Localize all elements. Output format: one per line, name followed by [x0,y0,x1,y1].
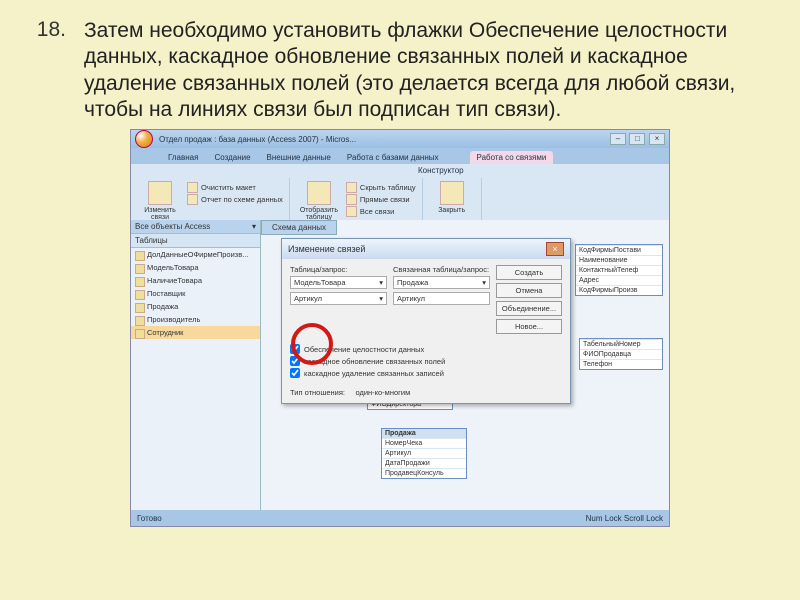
direct-links-button[interactable]: Прямые связи [346,194,416,205]
tab-database[interactable]: Работа с базами данных [340,151,446,164]
cancel-button[interactable]: Отмена [496,283,562,298]
dialog-title: Изменение связей [288,244,365,254]
nav-item[interactable]: МодельТовара [131,261,260,274]
status-left: Готово [137,514,162,523]
label-table: Таблица/запрос: [290,265,387,274]
office-orb-icon[interactable] [135,130,153,148]
window-title: Отдел продаж : база данных (Access 2007)… [159,135,609,144]
table-icon [307,181,331,205]
window-buttons: – □ × [609,133,665,145]
table-field: Адрес [576,275,662,285]
nav-item[interactable]: Производитель [131,313,260,326]
field-select[interactable]: Артикул▾ [290,292,387,305]
table-dropdown[interactable]: МодельТовара▾ [290,276,387,289]
status-right: Num Lock Scroll Lock [586,514,663,523]
table-box[interactable]: ТабельныйНомер ФИОПродавца Телефон [579,338,663,370]
report-icon [187,194,198,205]
table-field: ФИОПродавца [580,349,662,359]
canvas-tab[interactable]: Схема данных [261,220,337,235]
ribbon-tabs: Главная Создание Внешние данные Работа с… [131,148,669,164]
hide-table-button[interactable]: Скрыть таблицу [346,182,416,193]
chevron-down-icon: ▾ [482,278,486,287]
alllinks-icon [346,206,357,217]
hide-icon [346,182,357,193]
table-header: Продажа [382,429,466,438]
table-field: НомерЧека [382,438,466,448]
nav-item[interactable]: Поставщик [131,287,260,300]
table-box[interactable]: КодФирмыПостави Наименование КонтактныйТ… [575,244,663,296]
nav-item[interactable]: Сотрудник [131,326,260,339]
edit-relations-dialog: Изменение связей × Таблица/запрос: Модел… [281,238,571,404]
table-field: Наименование [576,255,662,265]
dialog-close-button[interactable]: × [546,242,564,256]
schema-report-button[interactable]: Отчет по схеме данных [187,194,283,205]
nav-header[interactable]: Все объекты Access▾ [131,220,260,233]
all-links-button[interactable]: Все связи [346,206,416,217]
maximize-button[interactable]: □ [629,133,645,145]
chevron-down-icon: ▾ [379,278,383,287]
related-field-select[interactable]: Артикул [393,292,490,305]
clear-icon [187,182,198,193]
access-screenshot: Отдел продаж : база данных (Access 2007)… [130,129,670,527]
cascade-delete-checkbox[interactable]: каскадное удаление связанных записей [290,368,562,378]
table-field: ТабельныйНомер [580,339,662,349]
nav-item[interactable]: НаличиеТовара [131,274,260,287]
nav-item[interactable]: Продажа [131,300,260,313]
table-field: Телефон [580,359,662,369]
table-field: КодФирмыПостави [576,245,662,255]
bullet-number: 18. [30,18,66,42]
close-button[interactable]: × [649,133,665,145]
navigation-pane: Все объекты Access▾ Таблицы ДолДанныеОФи… [131,220,261,510]
chevron-down-icon: ▾ [252,222,256,231]
cascade-update-checkbox[interactable]: каскадное обновление связанных полей [290,356,562,366]
relation-type-label: Тип отношения: [290,388,345,397]
chevron-down-icon: ▾ [379,294,383,303]
tab-external[interactable]: Внешние данные [260,151,338,164]
tab-create[interactable]: Создание [207,151,257,164]
tab-designer[interactable]: Конструктор [411,164,471,177]
related-table-dropdown[interactable]: Продажа▾ [393,276,490,289]
table-field: КодФирмыПроизв [576,285,662,295]
relations-icon [148,181,172,205]
nav-group-tables[interactable]: Таблицы [131,233,260,248]
edit-relations-button[interactable]: Изменить связи [137,181,183,222]
tab-home[interactable]: Главная [161,151,205,164]
bullet-text: Затем необходимо установить флажки Обесп… [84,18,770,123]
window-titlebar: Отдел продаж : база данных (Access 2007)… [131,130,669,148]
integrity-checkbox[interactable]: Обеспечение целостности данных [290,344,562,354]
relation-type-value: один-ко-многим [355,388,410,397]
directlinks-icon [346,194,357,205]
create-button[interactable]: Создать [496,265,562,280]
clear-layout-button[interactable]: Очистить макет [187,182,283,193]
table-field: КонтактныйТелеф [576,265,662,275]
new-button[interactable]: Новое... [496,319,562,334]
table-field: Артикул [382,448,466,458]
show-table-button[interactable]: Отобразить таблицу [296,181,342,222]
table-field: ПродавецКонсуль [382,468,466,478]
nav-item[interactable]: ДолДанныеОФирмеПроизв... [131,248,260,261]
table-box-prodazha[interactable]: Продажа НомерЧека Артикул ДатаПродажи Пр… [381,428,467,479]
context-tab: Работа со связями [470,151,554,164]
table-field: ДатаПродажи [382,458,466,468]
minimize-button[interactable]: – [610,133,626,145]
close-schema-icon [440,181,464,205]
label-related-table: Связанная таблица/запрос: [393,265,490,274]
join-button[interactable]: Объединение... [496,301,562,316]
relationships-canvas[interactable]: Схема данных КодФирмыПостави Наименовани… [261,220,669,510]
close-schema-button[interactable]: Закрыть [429,181,475,214]
status-bar: Готово Num Lock Scroll Lock [131,510,669,526]
